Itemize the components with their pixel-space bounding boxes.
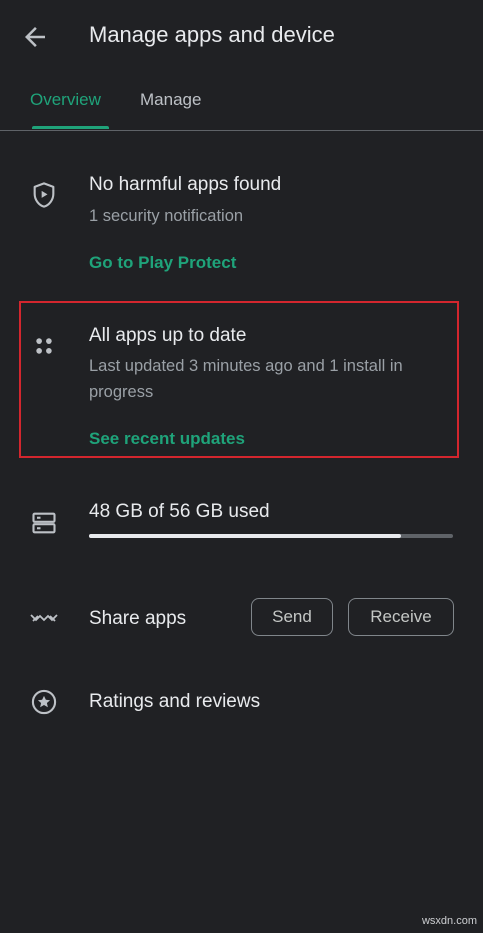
tab-bar: Overview Manage	[0, 78, 483, 131]
storage-text: 48 GB of 56 GB used	[89, 501, 270, 522]
updates-subtitle-line1: Last updated 3 minutes ago and 1 install…	[89, 357, 403, 375]
storage-progress-fill	[89, 534, 401, 538]
arrow-back-icon	[25, 27, 45, 47]
share-apps-label: Share apps	[89, 608, 187, 629]
go-to-play-protect-link[interactable]: Go to Play Protect	[89, 253, 236, 273]
storage-icon	[30, 509, 58, 537]
watermark: wsxdn.com	[421, 915, 477, 927]
shield-play-icon	[30, 181, 58, 209]
tab-overview[interactable]: Overview	[30, 90, 101, 110]
top-app-bar: Manage apps and device	[0, 0, 483, 72]
star-circle-icon	[30, 688, 58, 716]
tab-manage[interactable]: Manage	[140, 90, 201, 110]
storage-progress-bar	[89, 534, 453, 538]
apps-grid-icon	[31, 333, 59, 361]
active-tab-indicator	[32, 126, 109, 129]
updates-subtitle-line2: progress	[89, 383, 154, 401]
protect-title: No harmful apps found	[89, 174, 282, 195]
protect-subtitle: 1 security notification	[89, 207, 244, 225]
back-button[interactable]	[20, 22, 50, 52]
see-recent-updates-link[interactable]: See recent updates	[89, 429, 245, 449]
ratings-reviews-label: Ratings and reviews	[89, 691, 261, 712]
receive-button[interactable]: Receive	[348, 598, 454, 636]
share-arrows-icon	[29, 604, 58, 632]
updates-title: All apps up to date	[89, 325, 247, 346]
page-title: Manage apps and device	[89, 22, 335, 47]
send-button[interactable]: Send	[251, 598, 333, 636]
